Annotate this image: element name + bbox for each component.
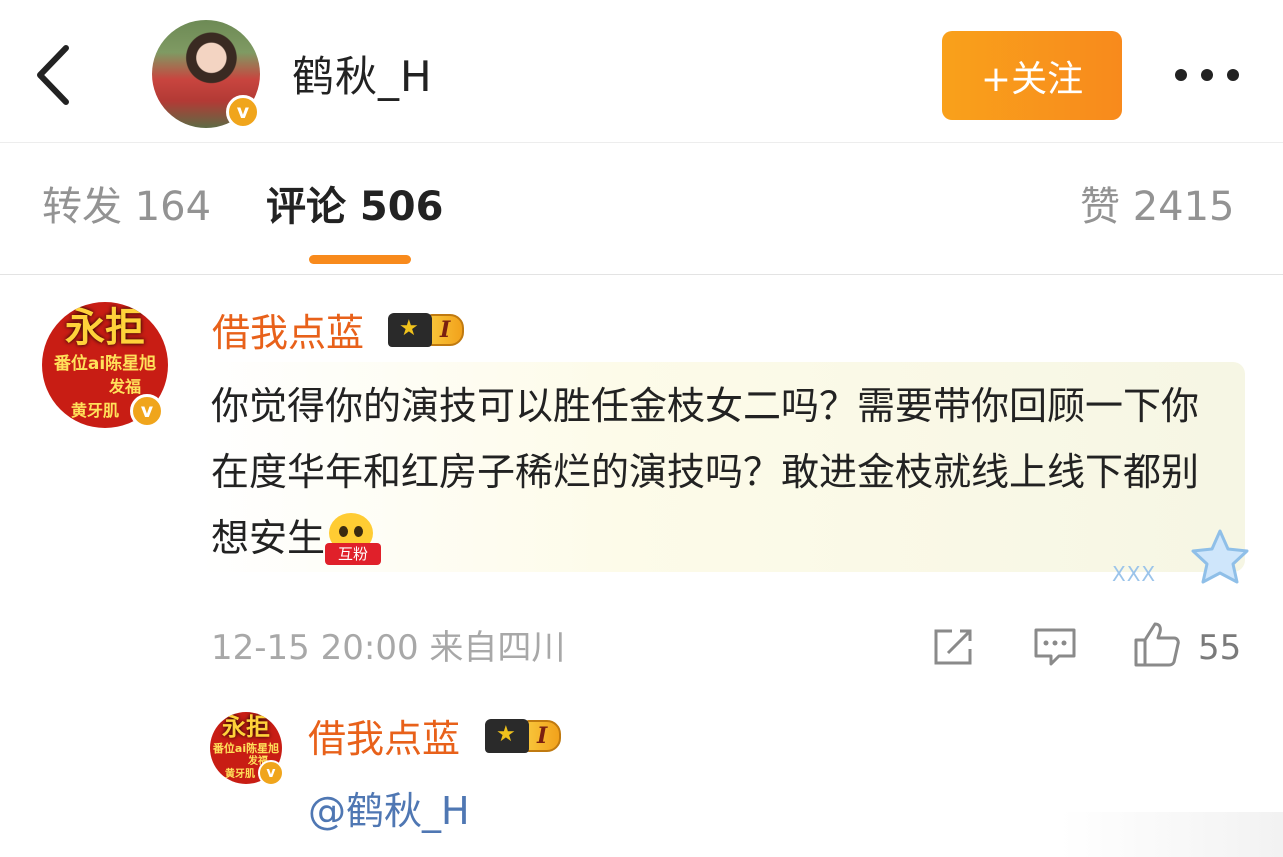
like-button[interactable] [1133, 620, 1181, 668]
tab-bar: 转发 164 评论 506 赞 2415 [0, 142, 1283, 275]
bottom-fade [1060, 812, 1283, 857]
more-button[interactable] [1170, 55, 1245, 95]
emoji-tag: 互粉 [325, 542, 382, 565]
tab-comments[interactable]: 评论 506 [266, 182, 443, 232]
active-tab-indicator [309, 255, 411, 264]
avatar-text: 发福 [108, 377, 141, 396]
author-name[interactable]: 鹤秋_H [292, 52, 433, 102]
reply-mention-link[interactable]: @鹤秋_H [308, 788, 470, 834]
top-bar: v 鹤秋_H +关注 [0, 0, 1283, 143]
card-decoration-text: XXX [1112, 562, 1157, 586]
thumbs-up-icon [1134, 622, 1180, 667]
comment-text: 你觉得你的演技可以胜任金枝女二吗？需要带你回顾一下你在度华年和红房子稀烂的演技吗… [211, 373, 1221, 571]
verified-badge-icon: v [130, 394, 164, 428]
avatar-text: 番位ai陈星旭 [53, 354, 157, 374]
crown-icon [388, 313, 432, 347]
level-label: I [525, 720, 562, 752]
avatar-text: 永拒 [222, 713, 270, 741]
share-button[interactable] [932, 627, 976, 667]
avatar-text: 黄牙肌 [70, 401, 119, 420]
avatar-text: 永拒 [65, 305, 145, 351]
level-label: I [428, 314, 465, 346]
share-icon [934, 629, 972, 665]
follow-button[interactable]: +关注 [942, 31, 1122, 120]
avatar-text: 黄牙肌 [225, 769, 255, 780]
commenter-name[interactable]: 借我点蓝 [212, 310, 364, 356]
back-button[interactable] [30, 40, 80, 110]
tab-likes[interactable]: 赞 2415 [1080, 182, 1235, 232]
vip-level-badge[interactable]: I [388, 313, 465, 347]
chevron-left-icon [37, 45, 69, 105]
like-count: 55 [1198, 628, 1242, 668]
verified-badge-icon: v [258, 760, 284, 786]
reply-author-name[interactable]: 借我点蓝 [308, 716, 460, 762]
more-dots-icon [1175, 69, 1239, 81]
comment-icon [1034, 628, 1076, 666]
verified-badge-icon: v [226, 95, 260, 129]
vip-level-badge[interactable]: I [485, 719, 562, 753]
comment-timestamp-location: 12-15 20:00 来自四川 [211, 628, 566, 668]
reply-button[interactable] [1033, 627, 1077, 667]
tab-repost[interactable]: 转发 164 [42, 182, 211, 232]
star-sticker-icon [1191, 529, 1249, 584]
avatar-text: 番位ai陈星旭 [212, 742, 280, 755]
crown-icon [485, 719, 529, 753]
emoji-hufen-icon: 互粉 [325, 512, 382, 569]
